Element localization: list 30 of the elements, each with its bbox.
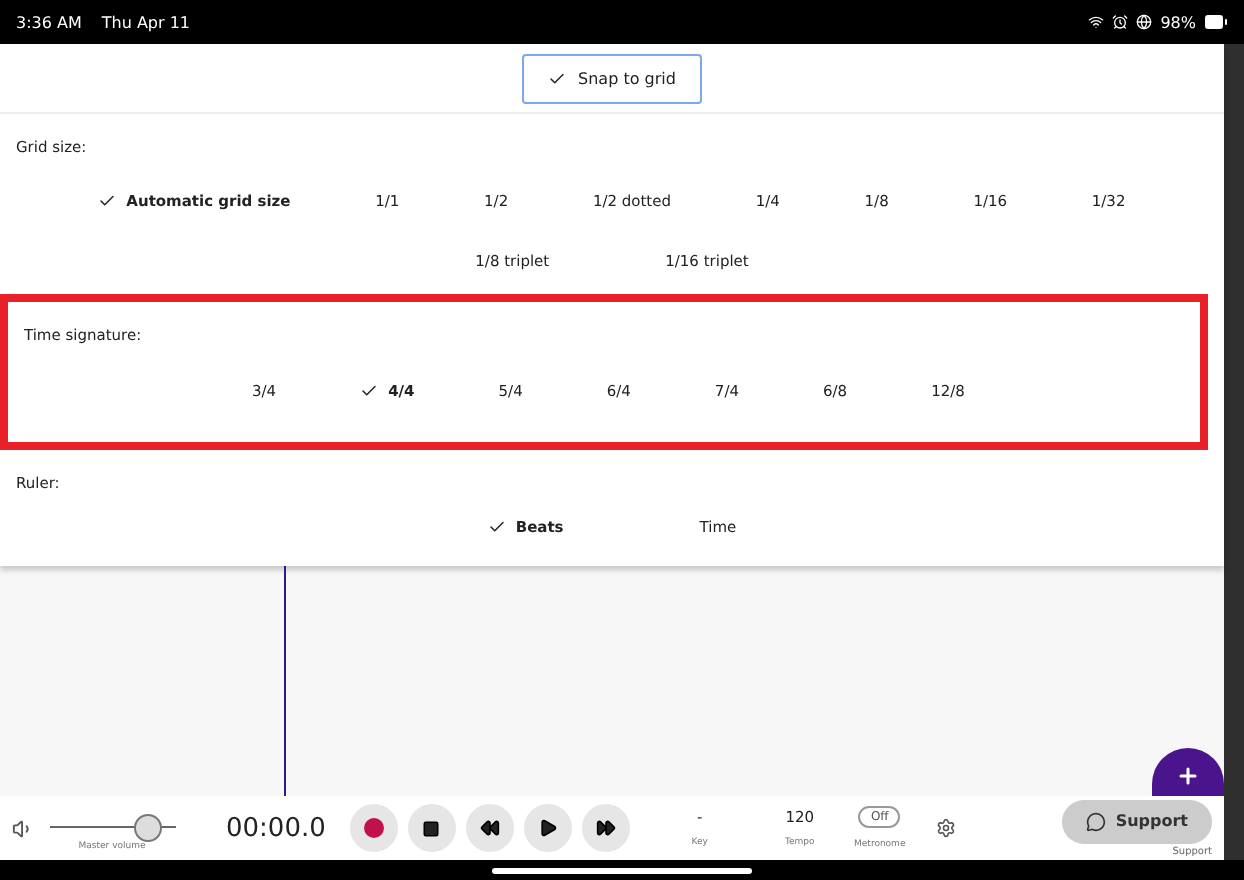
plus-icon [1176,764,1200,788]
support-button[interactable]: Support [1061,799,1212,843]
fast-forward-icon [595,818,616,838]
check-icon [548,69,567,87]
battery-percent: 98% [1160,13,1196,31]
status-date: Thu Apr 11 [101,13,191,31]
check-icon [360,381,379,399]
fast-forward-button[interactable] [581,804,630,852]
wifi-icon [1088,14,1105,30]
record-button[interactable] [349,804,398,852]
stop-button[interactable] [407,804,456,852]
check-icon [98,191,117,209]
slider-thumb[interactable] [133,813,162,841]
speaker-icon [12,817,34,839]
time-display: 00:00.0 [226,813,326,843]
rewind-icon [479,818,500,838]
add-button[interactable] [1152,748,1224,796]
record-icon [363,818,384,838]
chat-icon [1085,811,1106,831]
globe-icon [1136,14,1153,30]
play-icon [537,818,558,838]
rewind-button[interactable] [465,804,514,852]
battery-icon [1204,10,1228,34]
settings-icon[interactable] [935,818,956,838]
alarm-icon [1112,14,1129,30]
snap-to-grid-button[interactable]: Snap to grid [522,53,702,103]
check-icon [487,517,506,535]
status-time: 3:36 AM [16,13,82,31]
play-button[interactable] [523,804,572,852]
stop-icon [422,819,441,837]
